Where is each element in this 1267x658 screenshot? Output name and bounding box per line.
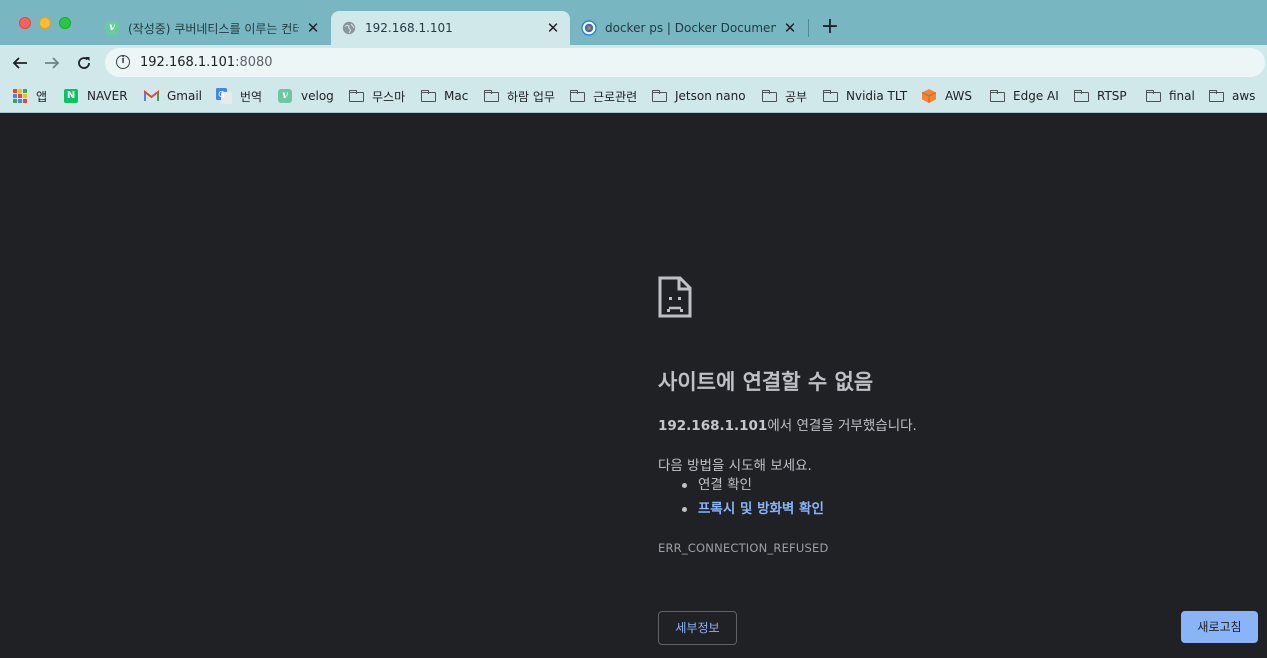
error-description: 192.168.1.101에서 연결을 거부했습니다. (658, 414, 917, 434)
window-close-button[interactable] (19, 17, 31, 29)
window-minimize-button[interactable] (39, 17, 51, 29)
error-page: 사이트에 연결할 수 없음 192.168.1.101에서 연결을 거부했습니다… (0, 114, 1267, 658)
bookmark-apps[interactable]: 앱 (12, 87, 47, 105)
url-host: 192.168.1.101 (140, 55, 236, 70)
toolbar: i 192.168.1.101:8080 (0, 45, 1267, 80)
suggestion-check-connection: 연결 확인 (680, 476, 824, 500)
tab-docker-docs[interactable]: docker ps | Docker Documenta ✕ (571, 11, 807, 45)
suggestions-list: 연결 확인 프록시 및 방화벽 확인 (680, 476, 824, 524)
bookmark-label: Nvidia TLT (846, 89, 908, 103)
url-text[interactable]: 192.168.1.101:8080 (140, 55, 273, 70)
folder-icon (420, 88, 436, 104)
window-zoom-button[interactable] (59, 17, 71, 29)
globe-icon (341, 20, 357, 36)
velog-icon: v (277, 88, 293, 104)
tab-strip: v (작성중) 쿠버네티스를 이루는 컨테이 ✕ 192.168.1.101 ✕… (0, 0, 1267, 45)
bookmark-translate[interactable]: G 번역 (216, 87, 262, 105)
bookmark-folder-musma[interactable]: 무스마 (348, 87, 405, 105)
bookmark-folder-edge-ai[interactable]: Edge AI (989, 87, 1059, 105)
bookmarks-bar: 앱 N NAVER Gmail G 번역 v velog 무스마 Mac 하람 … (0, 80, 1267, 113)
velog-icon: v (104, 20, 120, 36)
tab-title: 192.168.1.101 (365, 21, 453, 35)
close-tab-icon[interactable]: ✕ (305, 20, 321, 36)
forward-arrow-icon[interactable] (40, 51, 64, 75)
naver-icon: N (63, 88, 79, 104)
bookmark-gmail[interactable]: Gmail (143, 87, 202, 105)
bookmark-label: velog (301, 89, 334, 103)
close-tab-icon[interactable]: ✕ (782, 20, 798, 36)
bookmark-label: Edge AI (1013, 89, 1059, 103)
google-translate-icon: G (216, 88, 232, 104)
error-heading: 사이트에 연결할 수 없음 (658, 370, 874, 394)
folder-icon (1208, 88, 1224, 104)
bookmark-label: Jetson nano (675, 89, 746, 103)
folder-icon (569, 88, 585, 104)
folder-icon (483, 88, 499, 104)
bookmark-aws[interactable]: AWS (921, 87, 972, 105)
bookmark-folder-nvidia[interactable]: Nvidia TLT (822, 87, 907, 105)
error-host: 192.168.1.101 (658, 418, 768, 434)
details-button[interactable]: 세부정보 (658, 611, 737, 645)
sad-page-icon (658, 276, 692, 322)
bookmark-folder-labor[interactable]: 근로관련 (569, 87, 637, 105)
bookmark-folder-study[interactable]: 공부 (761, 87, 807, 105)
folder-icon (761, 88, 777, 104)
bookmark-label: 앱 (36, 89, 48, 104)
bookmark-label: aws (1232, 89, 1256, 103)
folder-icon (1073, 88, 1089, 104)
bookmark-label: 무스마 (372, 89, 406, 104)
gmail-icon (143, 88, 159, 104)
site-info-icon[interactable]: i (116, 55, 130, 69)
new-tab-icon[interactable]: + (818, 15, 842, 39)
folder-icon (989, 88, 1005, 104)
bookmark-label: Gmail (167, 89, 203, 103)
bookmark-label: AWS (945, 89, 973, 103)
bookmark-label: 공부 (785, 89, 808, 104)
error-code: ERR_CONNECTION_REFUSED (658, 541, 829, 555)
reload-icon[interactable] (72, 51, 96, 75)
bookmark-label: Mac (444, 89, 469, 103)
bookmark-folder-aws[interactable]: aws (1208, 87, 1255, 105)
bookmark-label: 근로관련 (593, 89, 638, 104)
bookmark-label: final (1169, 89, 1195, 103)
apps-grid-icon (12, 88, 28, 104)
url-port: :8080 (235, 55, 273, 70)
close-tab-icon[interactable]: ✕ (545, 20, 561, 36)
tab-title: docker ps | Docker Documenta (605, 21, 776, 35)
bookmark-label: NAVER (87, 89, 128, 103)
folder-icon (348, 88, 364, 104)
suggestion-check-proxy-firewall-link[interactable]: 프록시 및 방화벽 확인 (680, 500, 824, 524)
try-suggestions-text: 다음 방법을 시도해 보세요. (658, 458, 812, 474)
docker-docs-icon (581, 20, 597, 36)
bookmark-folder-haram[interactable]: 하람 업무 (483, 87, 555, 105)
bookmark-folder-mac[interactable]: Mac (420, 87, 468, 105)
bookmark-folder-final[interactable]: final (1145, 87, 1195, 105)
bookmark-naver[interactable]: N NAVER (63, 87, 128, 105)
bookmark-label: RTSP (1097, 89, 1127, 103)
tab-title: (작성중) 쿠버네티스를 이루는 컨테이 (128, 21, 299, 36)
address-bar[interactable]: i 192.168.1.101:8080 (105, 48, 1265, 77)
bookmark-folder-rtsp[interactable]: RTSP (1073, 87, 1127, 105)
folder-icon (822, 88, 838, 104)
bookmark-folder-jetson[interactable]: Jetson nano (651, 87, 746, 105)
aws-icon (921, 88, 937, 104)
folder-icon (1145, 88, 1161, 104)
tab-velog[interactable]: v (작성중) 쿠버네티스를 이루는 컨테이 ✕ (94, 11, 330, 45)
tab-active[interactable]: 192.168.1.101 ✕ (331, 11, 570, 45)
folder-icon (651, 88, 667, 104)
reload-button[interactable]: 새로고침 (1181, 611, 1258, 643)
bookmark-velog[interactable]: v velog (277, 87, 334, 105)
back-arrow-icon[interactable] (8, 51, 32, 75)
error-desc-suffix: 에서 연결을 거부했습니다. (767, 418, 917, 434)
bookmark-label: 번역 (240, 89, 263, 104)
bookmark-label: 하람 업무 (507, 89, 555, 104)
tab-separator (808, 19, 809, 37)
svg-text:G: G (218, 90, 224, 99)
